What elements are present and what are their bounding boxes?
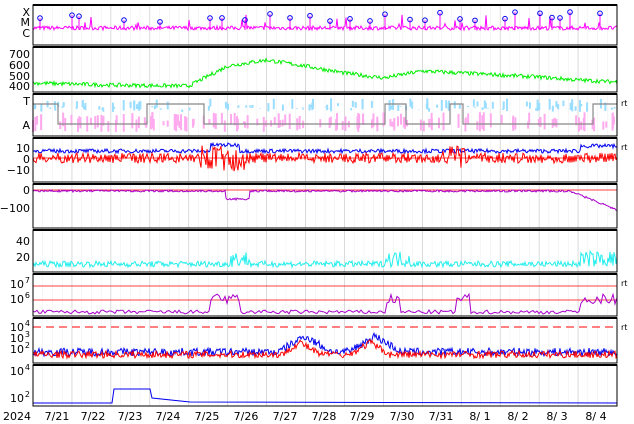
x-tick-label: 8/ 3 [546,410,567,423]
solar-activity-chart: XMC700600500400TArt100−10rt0−100402010 71… [0,4,627,423]
y-tick-label: 10 [10,293,24,306]
x-tick-label: 7/26 [234,410,259,423]
y-tick-label: C [22,27,30,40]
x-tick-label: 7/23 [118,410,143,423]
y-tick-exponent: 7 [25,276,30,285]
x-tick-label: 7/24 [156,410,181,423]
y-tick-label: 0 [23,184,30,197]
y-tick-label: −10 [7,164,30,177]
panel-right-label: rt [621,323,627,332]
y-tick-label: 10 [10,278,24,291]
y-tick-label: −100 [0,202,30,215]
y-tick-exponent: 2 [25,341,30,350]
y-tick-exponent: 4 [25,363,30,372]
y-tick-label: 40 [16,235,30,248]
x-tick-label: 7/31 [429,410,454,423]
x-tick-label: 8/ 4 [585,410,606,423]
y-tick-label: 20 [16,251,30,264]
y-tick-label: 10 [10,343,24,356]
proton-gap [325,353,345,362]
proton-gap [362,352,382,362]
y-tick-label: 10 [10,392,24,405]
panel-right-label: rt [621,279,627,288]
x-tick-label: 7/21 [45,410,70,423]
y-tick-exponent: 4 [25,319,30,328]
panel-right-label: rt [621,99,627,108]
x-tick-label: 7/28 [312,410,337,423]
y-tick-label: 10 [10,365,24,378]
y-tick-label: T [22,95,30,108]
x-tick-label: 7/22 [81,410,106,423]
y-tick-exponent: 3 [25,330,30,339]
x-tick-label: 7/27 [273,410,298,423]
x-tick-label: 7/30 [390,410,415,423]
panel-right-label: rt [621,143,627,152]
x-tick-label: 8/ 1 [469,410,490,423]
y-tick-exponent: 6 [25,291,30,300]
y-tick-label: A [22,119,30,132]
x-year-label: 2024 [3,410,31,423]
grid-layer [32,5,618,406]
y-tick-exponent: 2 [25,390,30,399]
x-tick-label: 8/ 2 [507,410,528,423]
y-tick-label: 400 [9,80,30,93]
x-tick-label: 7/25 [195,410,220,423]
x-tick-label: 7/29 [350,410,375,423]
